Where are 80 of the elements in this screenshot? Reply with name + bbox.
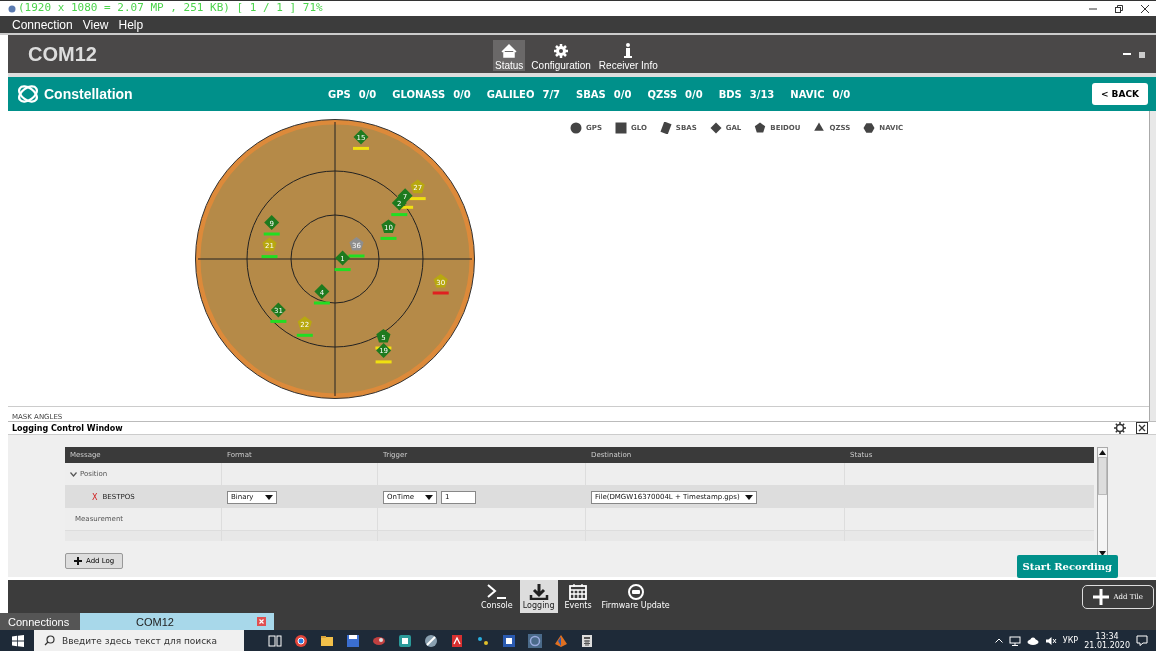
triangle-icon xyxy=(813,122,826,134)
system-count: 7/7 xyxy=(542,88,561,100)
home-icon xyxy=(500,42,519,60)
console-icon xyxy=(486,583,507,600)
caret-icon xyxy=(265,494,273,500)
folder-icon[interactable] xyxy=(320,633,334,648)
system-count: 0/0 xyxy=(453,88,471,100)
menu-item[interactable]: View xyxy=(82,17,109,32)
language-indicator[interactable]: УКР xyxy=(1062,636,1079,645)
document-icon[interactable] xyxy=(502,633,516,648)
caret-icon xyxy=(425,494,433,500)
viewer-overlay-text: (1920 x 1080 = 2.07 MP , 251 KB) [ 1 / 1 ] 71% xyxy=(18,1,323,15)
browser-icon[interactable] xyxy=(294,633,308,648)
panel-title: Constellation xyxy=(44,86,133,102)
plus-icon xyxy=(1093,588,1110,605)
restore-icon[interactable] xyxy=(1114,3,1124,14)
caret-icon xyxy=(744,494,753,500)
search-icon xyxy=(44,635,55,646)
system-label: GALILEO xyxy=(486,88,535,100)
nav-tab[interactable]: Configuration xyxy=(529,40,593,71)
calendar-icon xyxy=(568,583,589,600)
system-count: 0/0 xyxy=(832,88,851,100)
back-button[interactable]: < BACK xyxy=(1091,83,1148,105)
caret-up-icon[interactable] xyxy=(994,638,1003,643)
system-count: 0/0 xyxy=(613,88,632,100)
system-label: NAVIC xyxy=(790,88,825,100)
toolbar-button[interactable]: Console xyxy=(478,580,516,613)
system-label: QZSS xyxy=(647,88,678,100)
calculator-icon[interactable] xyxy=(580,633,594,648)
system-label: GPS xyxy=(328,88,351,100)
app-icon[interactable] xyxy=(398,633,412,648)
tab[interactable]: Connections xyxy=(0,613,80,630)
toolbar-button[interactable]: Logging xyxy=(519,580,558,613)
task-view-icon[interactable] xyxy=(268,633,282,648)
download-icon xyxy=(528,583,549,600)
menu-item[interactable]: Connection xyxy=(12,17,73,32)
nav-tab[interactable]: Receiver Info xyxy=(596,40,660,71)
toolbar-button[interactable]: Firmware Update xyxy=(598,580,673,613)
update-icon xyxy=(625,583,646,600)
system-label: BDS xyxy=(718,88,742,100)
square-icon xyxy=(614,122,627,134)
system-count: 0/0 xyxy=(685,88,703,100)
menu-item[interactable]: Help xyxy=(118,17,144,32)
start-recording-button[interactable]: Start Recording xyxy=(1016,555,1118,578)
hexagon-icon xyxy=(863,122,876,134)
device-name: COM12 xyxy=(28,42,98,66)
clock-date[interactable]: 21.01.2020 xyxy=(1084,640,1130,650)
scroll-up-icon[interactable] xyxy=(1099,450,1106,455)
orbit-logo-icon xyxy=(16,83,40,105)
diamond-icon xyxy=(709,122,722,134)
close-icon[interactable] xyxy=(1136,422,1148,434)
pdf-icon[interactable] xyxy=(450,633,464,648)
system-label: GLONASS xyxy=(392,88,446,100)
app-icon[interactable] xyxy=(528,633,542,648)
scrollbar[interactable] xyxy=(1149,111,1156,421)
app-icon xyxy=(8,4,16,13)
restore-icon[interactable] xyxy=(1138,49,1146,59)
windows-start-icon[interactable] xyxy=(12,634,24,647)
circle-icon xyxy=(570,122,582,134)
system-label: SBAS xyxy=(576,88,606,100)
app-icon[interactable] xyxy=(424,633,438,648)
system-count: 0/0 xyxy=(358,88,377,100)
clock-time[interactable]: 13:34 xyxy=(1095,631,1119,641)
toolbar-button[interactable]: Events xyxy=(561,580,595,613)
pentagon-icon xyxy=(754,122,767,134)
settings-icon[interactable] xyxy=(1114,422,1126,434)
network-icon[interactable] xyxy=(1008,635,1021,646)
gear-icon xyxy=(552,42,571,60)
tab[interactable]: COM12 xyxy=(80,613,274,630)
plus-icon xyxy=(74,557,82,565)
scroll-thumb[interactable] xyxy=(1098,457,1107,495)
volume-icon[interactable] xyxy=(1044,635,1057,646)
notification-icon[interactable] xyxy=(1136,635,1148,646)
system-count: 3/13 xyxy=(749,88,775,100)
panel-title: Logging Control Window xyxy=(12,423,123,433)
close-icon[interactable] xyxy=(1140,3,1150,14)
search-field[interactable]: Введите здесь текст для поиска xyxy=(34,630,244,651)
nav-tab[interactable]: Status xyxy=(493,40,526,71)
cloud-icon[interactable] xyxy=(1026,636,1039,645)
remove-button[interactable]: X xyxy=(92,492,98,502)
